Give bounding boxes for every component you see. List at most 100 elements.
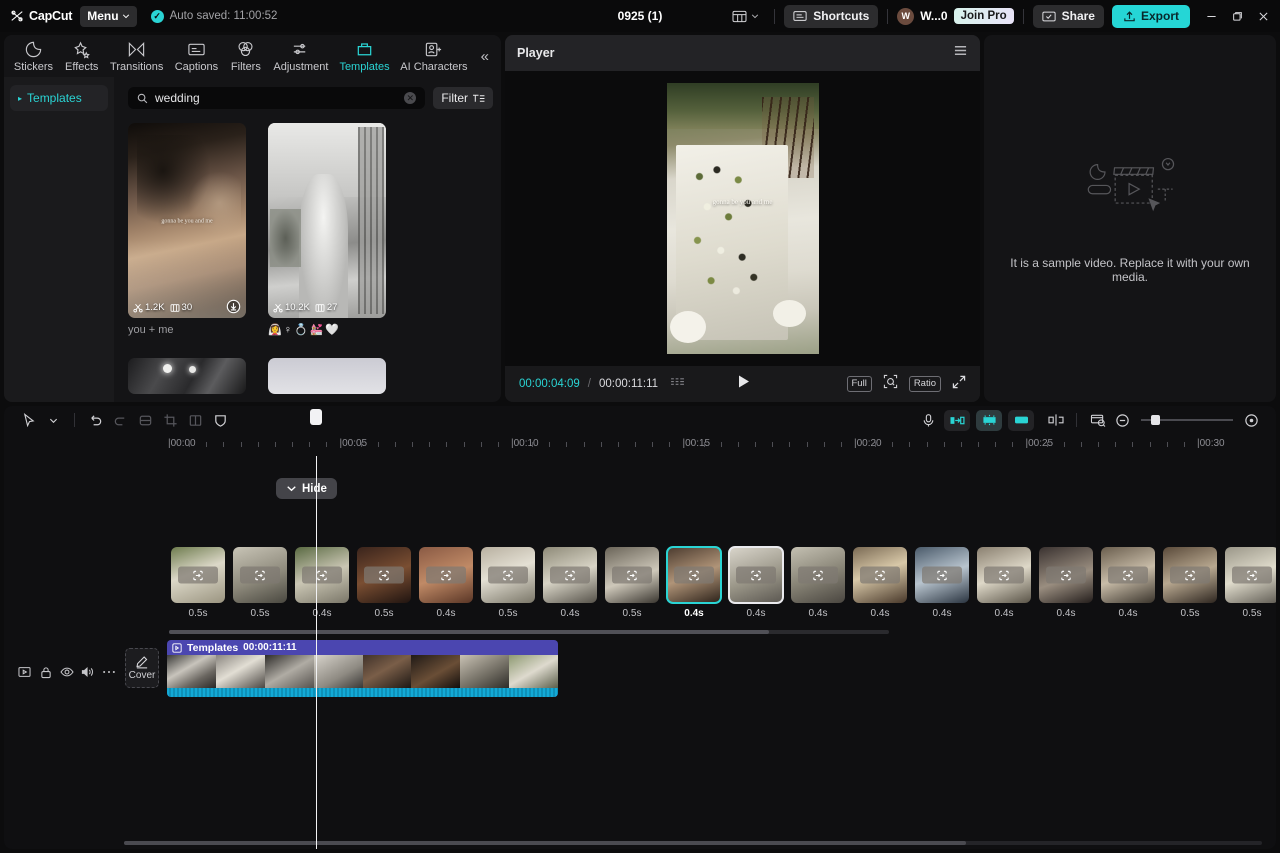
template-card[interactable] — [128, 358, 246, 394]
download-template-icon[interactable] — [226, 299, 241, 314]
timeline-ruler[interactable]: |00:00|00:05|00:10|00:15|00:20|00:25|00:… — [4, 434, 1276, 456]
clip-cell[interactable]: 0.4s — [291, 547, 353, 625]
template-card[interactable] — [268, 358, 386, 394]
clip-thumbnail[interactable] — [915, 547, 969, 603]
template-thumbnail[interactable] — [268, 358, 386, 394]
template-track[interactable]: Templates 00:00:11:11 — [167, 640, 558, 697]
clip-cell[interactable]: 0.5s — [1221, 547, 1276, 625]
replace-clip-icon[interactable] — [302, 567, 342, 584]
select-tool-dropdown[interactable] — [41, 410, 66, 431]
timeline-horizontal-scrollbar[interactable] — [124, 841, 1262, 845]
tool-tab-effects[interactable]: Effects — [59, 38, 105, 75]
clip-thumbnail[interactable] — [977, 547, 1031, 603]
template-thumbnail[interactable]: gonna be you and me 1.2K 30 — [128, 123, 246, 318]
clip-thumbnail[interactable] — [357, 547, 411, 603]
auto-cut-button[interactable] — [944, 410, 970, 431]
hide-track-button[interactable]: Hide — [276, 478, 337, 499]
clip-cell[interactable]: 0.5s — [1159, 547, 1221, 625]
search-input[interactable] — [155, 91, 397, 105]
zoom-out-button[interactable] — [1110, 410, 1135, 431]
search-box[interactable]: ✕ — [128, 87, 425, 109]
clip-thumbnail[interactable] — [667, 547, 721, 603]
full-quality-button[interactable]: Full — [847, 376, 872, 391]
replace-clip-icon[interactable] — [674, 567, 714, 584]
hamburger-icon[interactable] — [953, 44, 968, 62]
zoom-in-button[interactable] — [1239, 410, 1264, 431]
clip-cell[interactable]: 0.5s — [167, 547, 229, 625]
filter-button[interactable]: Filter — [433, 87, 493, 109]
more-icon[interactable] — [98, 662, 119, 682]
collapse-panel-button[interactable]: « — [473, 48, 497, 65]
layout-switcher-button[interactable] — [726, 7, 765, 26]
clip-thumbnail[interactable] — [1163, 547, 1217, 603]
tool-tab-captions[interactable]: Captions — [169, 38, 224, 75]
clip-thumbnail[interactable] — [791, 547, 845, 603]
clip-cell[interactable]: 0.4s — [1097, 547, 1159, 625]
clip-cell[interactable]: 0.4s — [663, 547, 725, 625]
shortcuts-button[interactable]: Shortcuts — [784, 5, 878, 28]
replace-clip-icon[interactable] — [1170, 567, 1210, 584]
clip-thumbnail[interactable] — [853, 547, 907, 603]
clip-thumbnail[interactable] — [729, 547, 783, 603]
crop-button[interactable] — [158, 410, 183, 431]
template-thumbnail[interactable]: 10.2K 27 — [268, 123, 386, 318]
template-card[interactable]: gonna be you and me 1.2K 30 — [128, 123, 246, 336]
ratio-button[interactable]: Ratio — [909, 376, 941, 391]
replace-clip-icon[interactable] — [860, 567, 900, 584]
split-screen-button[interactable] — [183, 410, 208, 431]
redo-button[interactable] — [108, 410, 133, 431]
clip-thumbnail[interactable] — [233, 547, 287, 603]
speaker-icon[interactable] — [77, 662, 98, 682]
replace-clip-icon[interactable] — [1108, 567, 1148, 584]
tool-tab-stickers[interactable]: Stickers — [8, 38, 59, 75]
clip-cell[interactable]: 0.5s — [353, 547, 415, 625]
clip-cell[interactable]: 0.4s — [1035, 547, 1097, 625]
replace-clip-icon[interactable] — [488, 567, 528, 584]
clip-cell[interactable]: 0.4s — [539, 547, 601, 625]
clip-thumbnail[interactable] — [295, 547, 349, 603]
replace-clip-icon[interactable] — [922, 567, 962, 584]
replace-clip-icon[interactable] — [240, 567, 280, 584]
zoom-fit-icon[interactable] — [883, 374, 898, 394]
template-thumbnail[interactable] — [128, 358, 246, 394]
clip-thumbnail[interactable] — [419, 547, 473, 603]
replace-clip-icon[interactable] — [1232, 567, 1272, 584]
clip-thumbnail[interactable] — [605, 547, 659, 603]
clip-thumbnail[interactable] — [1101, 547, 1155, 603]
maximize-button[interactable] — [1224, 2, 1250, 30]
clip-thumbnail[interactable] — [1225, 547, 1276, 603]
clip-thumbnail[interactable] — [543, 547, 597, 603]
clip-thumbnail[interactable] — [171, 547, 225, 603]
lock-icon[interactable] — [35, 662, 56, 682]
timecode-mode-icon[interactable] — [670, 375, 685, 393]
slider-track[interactable] — [1141, 419, 1233, 421]
slider-knob[interactable] — [1151, 415, 1160, 425]
tool-tab-filters[interactable]: Filters — [224, 38, 268, 75]
clip-cell[interactable]: 0.4s — [973, 547, 1035, 625]
join-pro-button[interactable]: Join Pro — [954, 8, 1014, 24]
replace-clip-icon[interactable] — [736, 567, 776, 584]
timeline-zoom-slider[interactable] — [1141, 419, 1233, 421]
replace-clip-icon[interactable] — [1046, 567, 1086, 584]
minimize-button[interactable] — [1198, 2, 1224, 30]
clip-strip-scrollbar[interactable] — [169, 630, 889, 634]
replace-clip-icon[interactable] — [426, 567, 466, 584]
clip-cell[interactable]: 0.4s — [787, 547, 849, 625]
clip-cell[interactable]: 0.4s — [415, 547, 477, 625]
tool-tab-templates[interactable]: Templates — [334, 38, 395, 75]
mirror-button[interactable] — [133, 410, 158, 431]
select-tool-button[interactable] — [16, 410, 41, 431]
template-card[interactable]: 10.2K 27 👰‍♀️♀💍💒🤍 — [268, 123, 386, 336]
clip-cell[interactable]: 0.4s — [725, 547, 787, 625]
replace-clip-icon[interactable] — [984, 567, 1024, 584]
preview-render-button[interactable] — [1085, 410, 1110, 431]
clip-cell[interactable]: 0.4s — [849, 547, 911, 625]
clip-cell[interactable]: 0.4s — [911, 547, 973, 625]
replace-clip-icon[interactable] — [364, 567, 404, 584]
replace-clip-icon[interactable] — [612, 567, 652, 584]
replace-clip-icon[interactable] — [798, 567, 838, 584]
replace-clip-icon[interactable] — [178, 567, 218, 584]
export-button[interactable]: Export — [1112, 5, 1190, 28]
clip-thumbnail[interactable] — [1039, 547, 1093, 603]
share-button[interactable]: Share — [1033, 5, 1104, 28]
